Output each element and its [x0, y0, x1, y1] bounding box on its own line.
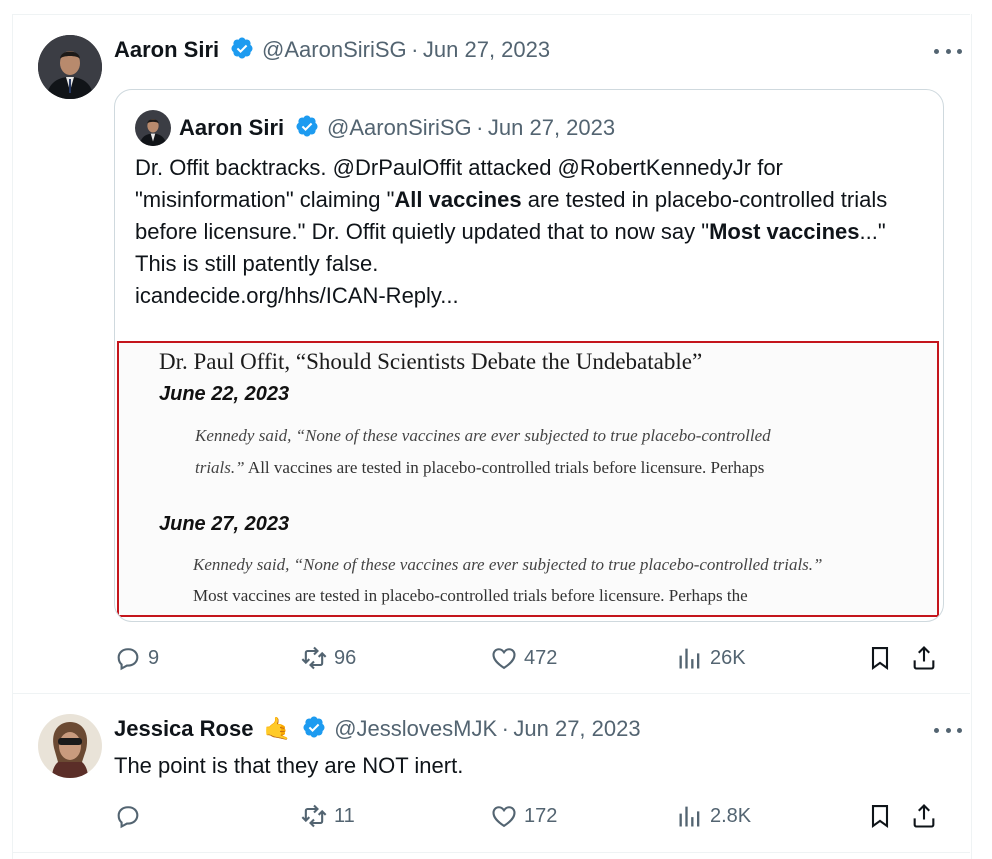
like-count: 172 [524, 804, 558, 827]
quoted-link[interactable]: icandecide.org/hhs/ICAN-Reply... [135, 283, 459, 308]
share-button[interactable] [910, 644, 944, 672]
tweet-date[interactable]: Jun 27, 2023 [423, 37, 550, 62]
meta-separator: · [411, 37, 419, 62]
quoted-author-handle: @AaronSiriSG [327, 115, 472, 140]
views-icon [679, 648, 700, 669]
quoted-tweet-image[interactable]: Dr. Paul Offit, “Should Scientists Debat… [117, 341, 939, 617]
quoted-author-name: Aaron Siri [179, 115, 285, 140]
share-icon [913, 646, 935, 670]
image-date-1: June 22, 2023 [159, 383, 290, 405]
quoted-text-bold: All vaccines [394, 187, 522, 212]
tweet-divider [12, 693, 970, 694]
image-date-2: June 27, 2023 [159, 513, 290, 535]
repost-count: 96 [334, 646, 357, 669]
quoted-text-bold: Most vaccines [709, 219, 860, 244]
bookmark-icon [871, 647, 889, 670]
more-options-icon[interactable] [934, 41, 962, 61]
heart-icon [492, 806, 516, 828]
meta-separator: · [476, 115, 484, 140]
reply-author-handle[interactable]: @JesslovesMJK [334, 716, 497, 741]
more-options-icon[interactable] [934, 720, 962, 740]
reply-count: 9 [148, 646, 160, 669]
verified-badge-icon [231, 37, 253, 59]
reply-tweet-actions: 11 172 2.8K [114, 802, 944, 832]
image-line-2: trials.” All vaccines are tested in plac… [195, 458, 764, 478]
divider-top [12, 14, 970, 15]
avatar-quoted-aaron-siri [135, 110, 171, 146]
quoted-tweet-text: Dr. Offit backtracks. @DrPaulOffit attac… [135, 152, 925, 312]
repost-button[interactable]: 11 [300, 802, 355, 830]
quoted-tweet-header: Aaron Siri @AaronSiriSG · Jun 27, 2023 [179, 114, 615, 141]
meta-separator: · [501, 716, 509, 741]
views-button[interactable]: 26K [676, 644, 746, 672]
views-icon [679, 806, 700, 827]
reply-tweet-date[interactable]: Jun 27, 2023 [513, 716, 640, 741]
image-line-2-italic: trials.” [195, 458, 245, 477]
image-line-1: Kennedy said, “None of these vaccines ar… [195, 426, 771, 445]
verified-badge-icon [296, 115, 318, 137]
image-title: Dr. Paul Offit, “Should Scientists Debat… [159, 349, 703, 374]
like-button[interactable]: 472 [490, 644, 557, 672]
repost-icon [301, 804, 327, 828]
views-count: 2.8K [710, 804, 752, 827]
divider-bottom [12, 852, 970, 853]
bookmark-button[interactable] [866, 644, 900, 672]
views-count: 26K [710, 646, 746, 669]
avatar-aaron-siri[interactable] [38, 35, 102, 99]
reply-button[interactable]: 9 [114, 644, 159, 672]
tweet-header: Aaron Siri @AaronSiriSG · Jun 27, 2023 [114, 36, 550, 63]
reply-icon [117, 648, 139, 671]
avatar-jessica-rose[interactable] [38, 714, 102, 778]
like-button[interactable]: 172 [490, 802, 557, 830]
author-name[interactable]: Aaron Siri [114, 37, 219, 62]
call-me-hand-emoji: 🤙 [263, 716, 292, 741]
reply-author-name[interactable]: Jessica Rose [114, 716, 253, 741]
quoted-tweet-date: Jun 27, 2023 [487, 115, 616, 140]
image-line-2-text: All vaccines are tested in placebo-contr… [244, 458, 765, 477]
verified-badge-icon [303, 716, 325, 738]
repost-icon [301, 646, 327, 670]
image-line-4: Most vaccines are tested in placebo-cont… [193, 586, 748, 605]
image-line-3: Kennedy said, “None of these vaccines ar… [193, 555, 823, 574]
author-handle[interactable]: @AaronSiriSG [262, 37, 407, 62]
main-tweet-actions: 9 96 472 26K [114, 644, 944, 674]
heart-icon [492, 648, 516, 670]
reply-tweet-text: The point is that they are NOT inert. [114, 753, 464, 778]
share-icon [913, 804, 935, 828]
reply-tweet-header: Jessica Rose 🤙 @JesslovesMJK · Jun 27, 2… [114, 715, 641, 742]
repost-count: 11 [334, 804, 355, 827]
like-count: 472 [524, 646, 558, 669]
bookmark-button[interactable] [866, 802, 900, 830]
repost-button[interactable]: 96 [300, 644, 356, 672]
reply-button[interactable] [114, 802, 148, 830]
bookmark-icon [871, 805, 889, 828]
quoted-tweet-card[interactable]: Aaron Siri @AaronSiriSG · Jun 27, 2023 D… [114, 89, 944, 622]
share-button[interactable] [910, 802, 944, 830]
views-button[interactable]: 2.8K [676, 802, 751, 830]
reply-icon [117, 806, 139, 829]
